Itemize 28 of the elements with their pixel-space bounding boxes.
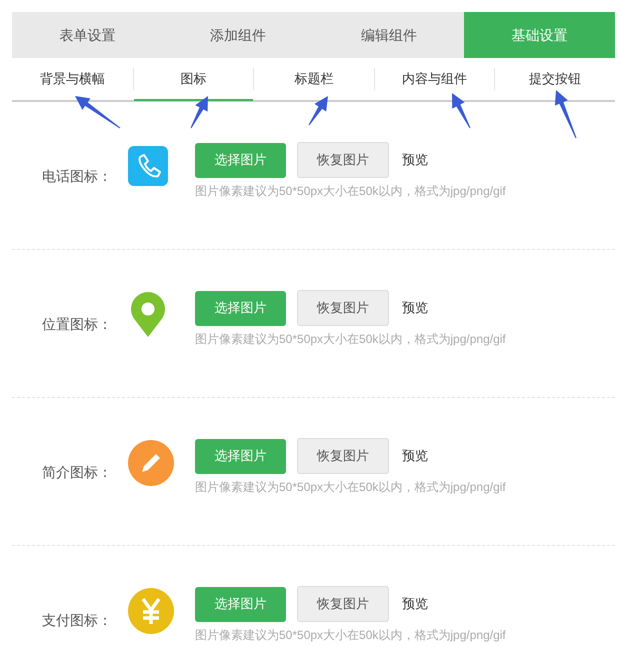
sub-tab[interactable]: 提交按钮 — [495, 59, 615, 101]
restore-image-button[interactable]: 恢复图片 — [297, 586, 389, 622]
hint-text: 图片像素建议为50*50px大小在50k以内，格式为jpg/png/gif — [195, 480, 506, 494]
restore-image-button[interactable]: 恢复图片 — [297, 438, 389, 474]
tab[interactable]: 表单设置 — [12, 12, 163, 58]
field-label: 位置图标： — [42, 315, 113, 334]
annotation-arrow — [554, 90, 576, 138]
annotation-arrow — [190, 96, 208, 128]
preview-link[interactable]: 预览 — [402, 594, 428, 614]
hint-text: 图片像素建议为50*50px大小在50k以内，格式为jpg/png/gif — [195, 184, 506, 198]
restore-image-button[interactable]: 恢复图片 — [297, 290, 389, 326]
sub-tab[interactable]: 内容与组件 — [374, 59, 494, 101]
annotation-arrow — [452, 93, 470, 128]
tab[interactable]: 添加组件 — [162, 12, 314, 58]
hint-text: 图片像素建议为50*50px大小在50k以内，格式为jpg/png/gif — [195, 628, 506, 642]
annotation-arrow — [308, 96, 328, 126]
annotation-arrow — [75, 96, 120, 128]
preview-link[interactable]: 预览 — [402, 298, 428, 318]
tab[interactable]: 编辑组件 — [314, 12, 464, 58]
field-label: 简介图标： — [42, 463, 113, 482]
sub-tab[interactable]: 标题栏 — [254, 59, 374, 101]
field-label: 电话图标： — [42, 167, 113, 186]
field-label: 支付图标： — [42, 611, 113, 630]
preview-link[interactable]: 预览 — [402, 150, 428, 170]
hint-text: 图片像素建议为50*50px大小在50k以内，格式为jpg/png/gif — [195, 332, 506, 346]
preview-link[interactable]: 预览 — [402, 446, 428, 466]
restore-image-button[interactable]: 恢复图片 — [297, 142, 389, 178]
sub-tab[interactable]: 背景与横幅 — [12, 59, 133, 101]
